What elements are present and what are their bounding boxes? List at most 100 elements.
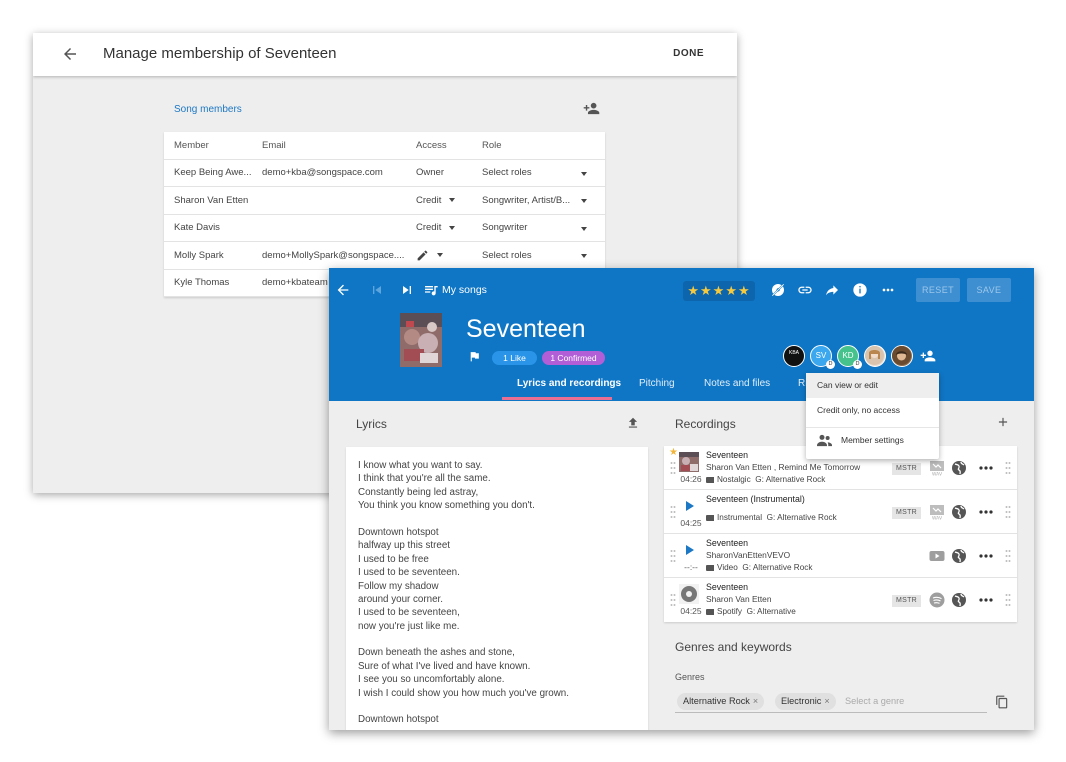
avatar-status-badge: D bbox=[826, 360, 835, 369]
back-arrow-icon[interactable] bbox=[61, 45, 79, 63]
album-thumbnail[interactable] bbox=[679, 452, 699, 472]
my-songs-link[interactable]: My songs bbox=[442, 284, 487, 296]
recording-tags: Nostalgic G: Alternative Rock bbox=[706, 475, 825, 484]
save-button[interactable]: SAVE bbox=[967, 278, 1011, 302]
tag-label: Nostalgic bbox=[717, 475, 751, 484]
share-icon[interactable] bbox=[824, 282, 840, 298]
genre-input-placeholder[interactable]: Select a genre bbox=[845, 696, 904, 706]
drag-handle-icon[interactable] bbox=[670, 505, 676, 519]
role-select[interactable]: Songwriter bbox=[472, 214, 605, 242]
member-name: Kate Davis bbox=[164, 214, 252, 242]
skip-next-icon[interactable] bbox=[399, 282, 415, 298]
more-horizontal-icon[interactable] bbox=[880, 282, 896, 298]
list-item[interactable]: 04:25 Seventeen (Instrumental) Instrumen… bbox=[664, 490, 1017, 534]
access-select[interactable]: Credit bbox=[406, 214, 472, 242]
tab-notes-and-files[interactable]: Notes and files bbox=[704, 378, 770, 389]
lyric-line: now you're just like me. bbox=[358, 620, 460, 632]
globe-icon[interactable] bbox=[951, 504, 967, 520]
add-member-icon[interactable] bbox=[920, 348, 936, 364]
drag-handle-icon[interactable] bbox=[670, 549, 676, 563]
close-icon[interactable]: × bbox=[753, 696, 758, 706]
menu-item-member-settings[interactable]: Member settings bbox=[806, 427, 939, 452]
rating-stars[interactable]: ★★★★★ bbox=[683, 281, 755, 301]
role-value: Select roles bbox=[482, 249, 532, 261]
lyrics-editor[interactable]: I know what you want to say. I think tha… bbox=[346, 447, 648, 730]
menu-item-credit-only[interactable]: Credit only, no access bbox=[806, 398, 939, 423]
lyrics-heading: Lyrics bbox=[356, 417, 387, 431]
globe-icon[interactable] bbox=[951, 592, 967, 608]
member-email bbox=[252, 214, 406, 242]
play-icon[interactable] bbox=[679, 496, 699, 516]
lyric-line bbox=[358, 513, 648, 526]
access-value: Credit bbox=[416, 222, 442, 234]
menu-item-can-view-or-edit[interactable]: Can view or edit bbox=[806, 373, 939, 398]
more-horizontal-icon[interactable] bbox=[979, 465, 993, 471]
pencil-icon bbox=[417, 250, 428, 261]
globe-icon[interactable] bbox=[951, 460, 967, 476]
album-artwork bbox=[400, 313, 442, 367]
avatar-kd[interactable]: KD D bbox=[837, 345, 862, 369]
flag-icon[interactable] bbox=[468, 350, 481, 363]
member-name: Keep Being Awe... bbox=[164, 159, 252, 187]
vinyl-disc-icon[interactable] bbox=[679, 584, 699, 604]
drag-handle-icon[interactable] bbox=[1005, 461, 1011, 475]
drag-handle-icon[interactable] bbox=[670, 461, 676, 475]
genre-chip[interactable]: Electronic × bbox=[775, 693, 836, 710]
info-icon[interactable] bbox=[852, 282, 868, 298]
active-tab-indicator bbox=[502, 397, 612, 400]
upload-icon[interactable] bbox=[626, 415, 640, 431]
role-select[interactable]: Select roles bbox=[472, 241, 605, 270]
access-select[interactable] bbox=[406, 241, 472, 270]
list-item[interactable]: --:-- Seventeen SharonVanEttenVEVO Video… bbox=[664, 534, 1017, 578]
globe-icon[interactable] bbox=[951, 548, 967, 564]
role-select[interactable]: Songwriter, Artist/B... bbox=[472, 186, 605, 215]
genre-select[interactable]: Alternative Rock × Electronic × Select a g… bbox=[675, 691, 987, 713]
access-select[interactable]: Credit bbox=[406, 186, 472, 215]
recording-artist: Sharon Van Etten , Remind Me Tomorrow bbox=[706, 462, 861, 472]
done-button[interactable]: DONE bbox=[673, 48, 704, 59]
chevron-down-icon bbox=[437, 253, 443, 258]
avatar-photo[interactable] bbox=[864, 345, 886, 367]
genre-label: G: Alternative Rock bbox=[755, 475, 826, 484]
lyric-line: Constantly being led astray, bbox=[358, 486, 479, 498]
avatar-photo[interactable] bbox=[891, 345, 913, 367]
lyric-line: Sure of what I've lived and have known. bbox=[358, 660, 531, 672]
like-badge[interactable]: 1 Like bbox=[492, 351, 537, 365]
member-name: Molly Spark bbox=[164, 241, 252, 270]
more-horizontal-icon[interactable] bbox=[979, 597, 993, 603]
copy-icon[interactable] bbox=[995, 694, 1009, 710]
avatar-kba[interactable]: KBA bbox=[783, 345, 805, 367]
more-horizontal-icon[interactable] bbox=[979, 553, 993, 559]
svg-text:WAV: WAV bbox=[932, 472, 943, 477]
genre-label: G: Alternative bbox=[746, 607, 796, 616]
drag-handle-icon[interactable] bbox=[1005, 549, 1011, 563]
compass-off-icon[interactable] bbox=[770, 282, 786, 298]
list-item[interactable]: 04:25 Seventeen Sharon Van Etten Spotify… bbox=[664, 578, 1017, 622]
tab-pitching[interactable]: Pitching bbox=[639, 378, 675, 389]
master-badge: MSTR bbox=[892, 507, 921, 519]
avatar-sv[interactable]: SV D bbox=[810, 345, 835, 369]
member-name: Kyle Thomas bbox=[164, 269, 252, 297]
drag-handle-icon[interactable] bbox=[670, 593, 676, 607]
drag-handle-icon[interactable] bbox=[1005, 593, 1011, 607]
add-icon[interactable] bbox=[996, 415, 1010, 429]
chevron-down-icon bbox=[581, 171, 587, 176]
confirmed-badge[interactable]: 1 Confirmed bbox=[542, 351, 605, 365]
genre-chip[interactable]: Alternative Rock × bbox=[677, 693, 765, 710]
drag-handle-icon[interactable] bbox=[1005, 505, 1011, 519]
back-arrow-icon[interactable] bbox=[335, 282, 351, 298]
col-email: Email bbox=[252, 132, 406, 160]
skip-previous-icon[interactable] bbox=[369, 282, 385, 298]
reset-button[interactable]: RESET bbox=[916, 278, 960, 302]
play-icon[interactable] bbox=[679, 540, 699, 560]
duration: 04:25 bbox=[680, 606, 702, 616]
more-horizontal-icon[interactable] bbox=[979, 509, 993, 515]
add-member-icon[interactable] bbox=[583, 100, 600, 117]
tab-lyrics-and-recordings[interactable]: Lyrics and recordings bbox=[517, 378, 621, 389]
recording-title: Seventeen bbox=[706, 450, 749, 460]
lyric-line: I wish I could show you how much you've … bbox=[358, 687, 569, 699]
close-icon[interactable]: × bbox=[824, 696, 829, 706]
role-select[interactable]: Select roles bbox=[472, 159, 605, 187]
recording-title: Seventeen bbox=[706, 538, 749, 548]
link-icon[interactable] bbox=[797, 282, 813, 298]
